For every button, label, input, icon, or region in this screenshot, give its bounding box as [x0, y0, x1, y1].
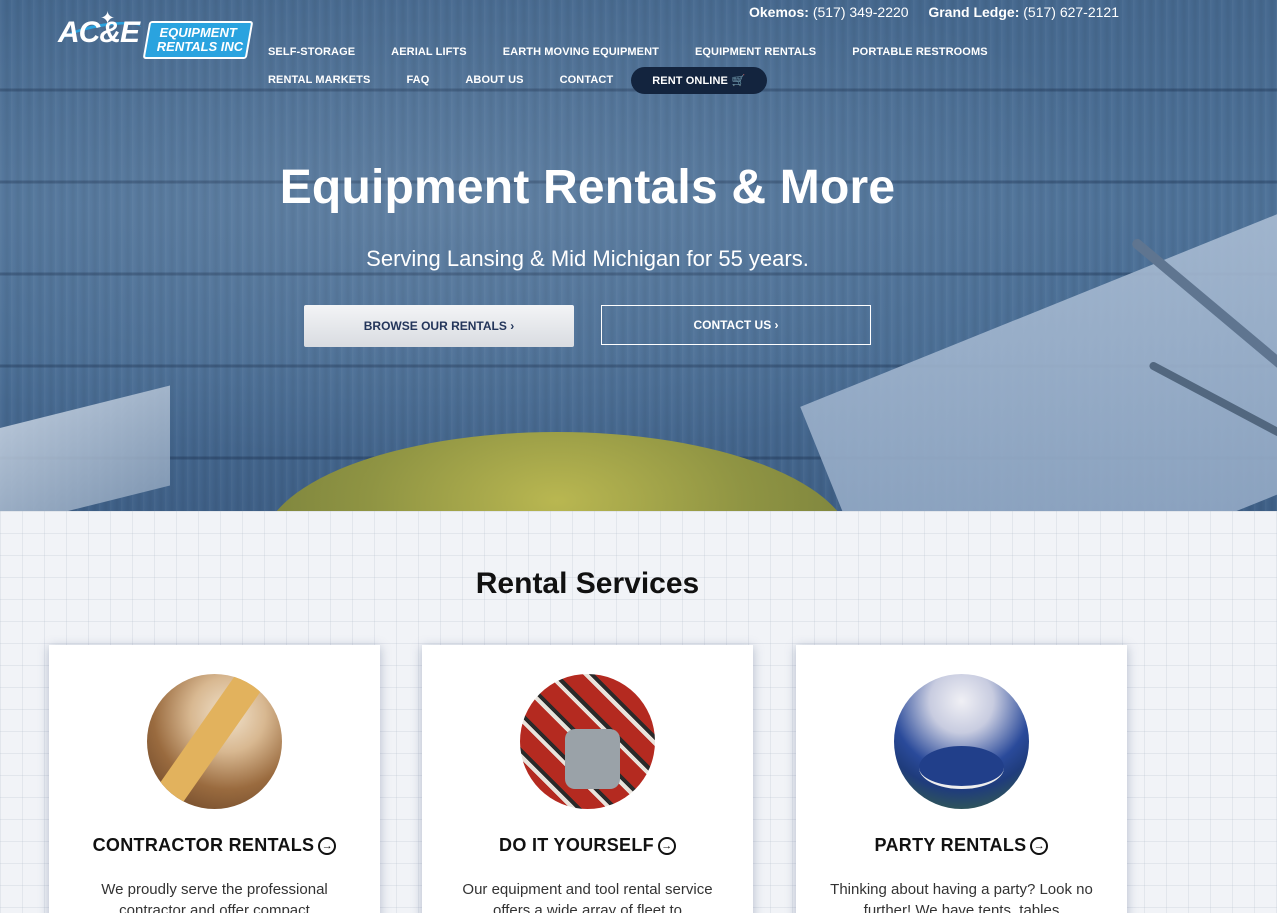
- phone-number-grand-ledge[interactable]: (517) 627-2121: [1023, 4, 1119, 20]
- rent-online-button[interactable]: RENT ONLINE 🛒: [631, 66, 767, 94]
- browse-rentals-button[interactable]: BROWSE OUR RENTALS ›: [304, 305, 574, 347]
- service-card-party[interactable]: PARTY RENTALS → Thinking about having a p…: [796, 645, 1127, 913]
- logo-sparkle-icon: ✦: [100, 8, 116, 29]
- shopping-cart-icon: 🛒: [731, 74, 746, 87]
- phone-number-okemos[interactable]: (517) 349-2220: [813, 4, 909, 20]
- nav-item-aerial-lifts[interactable]: AERIAL LIFTS: [391, 46, 467, 58]
- service-card-title[interactable]: DO IT YOURSELF →: [422, 835, 753, 856]
- nav-item-contact[interactable]: CONTACT: [560, 74, 614, 86]
- service-card-title-text: PARTY RENTALS: [874, 835, 1027, 855]
- logo-box-line2: RENTALS INC: [156, 39, 244, 54]
- rent-online-label: RENT ONLINE: [652, 74, 728, 87]
- service-card-title[interactable]: CONTRACTOR RENTALS →: [49, 835, 380, 856]
- hero-title: Equipment Rentals & More: [279, 161, 896, 214]
- service-card-title[interactable]: PARTY RENTALS →: [796, 835, 1127, 856]
- logo[interactable]: AC&E ✦ EQUIPMENT RENTALS INC: [58, 8, 254, 62]
- logo-box: EQUIPMENT RENTALS INC: [142, 21, 254, 59]
- services-title: Rental Services: [475, 567, 700, 600]
- phone-location-grand-ledge: Grand Ledge:: [928, 4, 1020, 20]
- party-photo: [894, 674, 1029, 809]
- rental-services-section: Rental Services CONTRACTOR RENTALS → We p…: [0, 511, 1277, 913]
- nav-row-2: RENTAL MARKETS FAQ ABOUT US CONTACT RENT…: [268, 66, 1068, 94]
- nav-item-rental-markets[interactable]: RENTAL MARKETS: [268, 74, 370, 86]
- nav-item-equipment-rentals[interactable]: EQUIPMENT RENTALS: [695, 46, 816, 58]
- circle-arrow-right-icon: →: [1030, 837, 1049, 855]
- nav-item-earth-moving[interactable]: EARTH MOVING EQUIPMENT: [503, 46, 659, 58]
- nav-item-portable-restrooms[interactable]: PORTABLE RESTROOMS: [852, 46, 987, 58]
- contractor-photo: [147, 674, 282, 809]
- phone-location-okemos: Okemos:: [749, 4, 809, 20]
- service-card-desc: We proudly serve the professional contra…: [101, 881, 328, 913]
- service-card-title-text: CONTRACTOR RENTALS: [92, 835, 315, 855]
- nav-item-self-storage[interactable]: SELF-STORAGE: [268, 46, 355, 58]
- service-card-desc: Our equipment and tool rental service of…: [462, 881, 713, 913]
- nav-item-about-us[interactable]: ABOUT US: [465, 74, 523, 86]
- nav-row-1: SELF-STORAGE AERIAL LIFTS EARTH MOVING E…: [268, 38, 1068, 66]
- service-card-diy[interactable]: DO IT YOURSELF → Our equipment and tool r…: [422, 645, 753, 913]
- diy-photo: [520, 674, 655, 809]
- circle-arrow-right-icon: →: [318, 837, 337, 855]
- hero-subtitle: Serving Lansing & Mid Michigan for 55 ye…: [366, 246, 809, 271]
- nav-item-faq[interactable]: FAQ: [406, 74, 429, 86]
- logo-text: AC&E: [58, 16, 140, 49]
- service-card-title-text: DO IT YOURSELF: [499, 835, 654, 855]
- logo-box-line1: EQUIPMENT: [159, 25, 237, 40]
- contact-us-button[interactable]: CONTACT US ›: [601, 305, 871, 345]
- service-card-desc: Thinking about having a party? Look no f…: [830, 881, 1093, 913]
- circle-arrow-right-icon: →: [657, 837, 676, 855]
- phone-numbers: Okemos: (517) 349-2220 Grand Ledge: (517…: [749, 4, 1119, 20]
- service-card-contractor[interactable]: CONTRACTOR RENTALS → We proudly serve the…: [49, 645, 380, 913]
- main-nav: SELF-STORAGE AERIAL LIFTS EARTH MOVING E…: [268, 38, 1068, 94]
